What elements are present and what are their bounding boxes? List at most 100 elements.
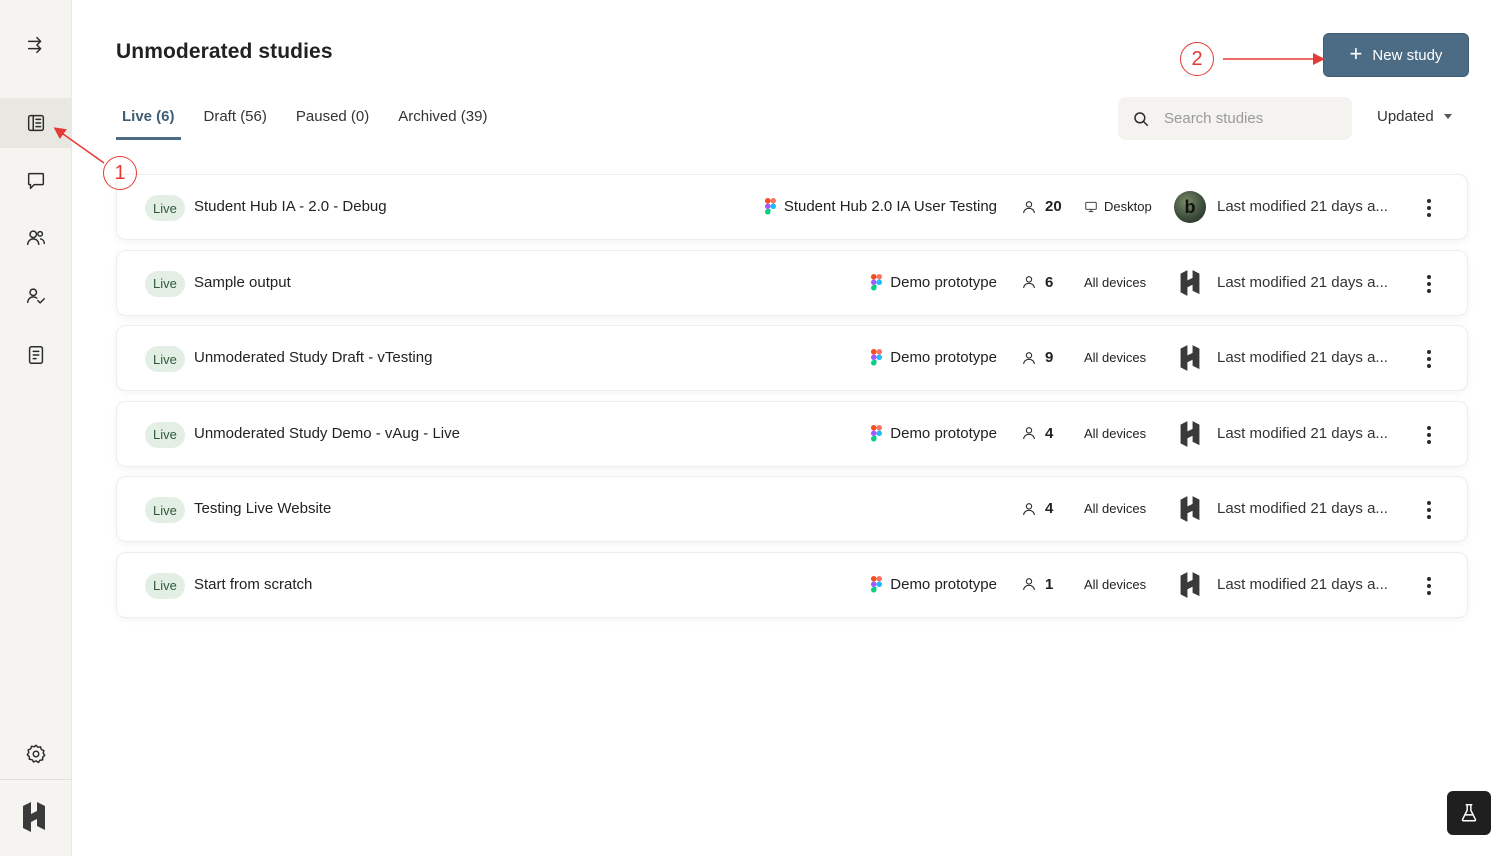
study-name[interactable]: Unmoderated Study Draft - vTesting — [194, 349, 432, 366]
gear-icon — [26, 744, 46, 764]
kebab-dot — [1427, 576, 1431, 581]
participant-count: 6 — [1021, 274, 1053, 291]
status-badge: Live — [145, 346, 185, 373]
collapse-sidebar-button[interactable] — [0, 20, 72, 70]
participant-count: 4 — [1021, 425, 1053, 442]
figma-icon — [871, 273, 883, 291]
new-study-label: New study — [1372, 46, 1443, 64]
lab-flask-button[interactable] — [1447, 791, 1491, 835]
study-row[interactable]: Live Student Hub IA - 2.0 - Debug Student … — [116, 174, 1468, 240]
status-badge: Live — [145, 421, 185, 448]
study-row[interactable]: Live Start from scratch Demo prototype 1 All… — [116, 551, 1468, 618]
sidebar-item-participants[interactable] — [0, 213, 72, 263]
user-check-icon — [27, 288, 45, 304]
kebab-dot — [1427, 501, 1431, 506]
main-content: Unmoderated studies + New study Live (6)… — [72, 0, 1512, 856]
sidebar-item-studies[interactable] — [0, 98, 72, 148]
prototype-link[interactable]: Demo prototype — [871, 349, 997, 366]
prototype-link[interactable]: Demo prototype — [871, 273, 997, 291]
more-options-icon[interactable] — [1419, 195, 1439, 221]
participant-count: 1 — [1021, 576, 1053, 593]
last-modified: Last modified 21 days a... — [1217, 198, 1388, 215]
participant-count: 20 — [1021, 198, 1062, 215]
owner-avatar — [1174, 569, 1206, 601]
brand-logo-icon[interactable] — [20, 800, 48, 834]
kebab-dot — [1427, 357, 1431, 362]
participant-count: 4 — [1021, 500, 1053, 517]
sort-label: Updated — [1377, 108, 1434, 125]
device-type: All devices — [1084, 350, 1146, 365]
book-icon — [27, 114, 45, 132]
sort-dropdown[interactable]: Updated — [1377, 108, 1452, 125]
prototype-link[interactable]: Demo prototype — [871, 424, 997, 442]
more-options-icon[interactable] — [1419, 497, 1439, 523]
prototype-name: Student Hub 2.0 IA User Testing — [783, 198, 997, 215]
new-study-button[interactable]: + New study — [1323, 33, 1469, 77]
figma-icon — [764, 198, 776, 215]
study-row[interactable]: Live Unmoderated Study Demo - vAug - Live… — [116, 400, 1468, 467]
study-name[interactable]: Sample output — [194, 274, 291, 291]
arrows-right-icon — [27, 36, 42, 54]
kebab-dot — [1427, 364, 1431, 369]
last-modified: Last modified 21 days a... — [1217, 424, 1388, 442]
owner-avatar — [1174, 493, 1206, 525]
plus-icon: + — [1349, 41, 1363, 66]
status-badge: Live — [145, 572, 185, 599]
person-icon — [1023, 427, 1035, 440]
participant-count: 9 — [1021, 349, 1053, 366]
device-type: All devices — [1084, 501, 1146, 516]
study-name[interactable]: Unmoderated Study Demo - vAug - Live — [194, 425, 460, 442]
kebab-dot — [1427, 583, 1431, 588]
tab-live[interactable]: Live (6) — [116, 100, 181, 140]
study-row[interactable]: Live Unmoderated Study Draft - vTesting De… — [116, 325, 1468, 392]
study-row[interactable]: Live Sample output Demo prototype 6 All devi… — [116, 249, 1468, 316]
owner-avatar — [1174, 267, 1206, 299]
prototype-link[interactable]: Demo prototype — [871, 575, 997, 593]
owner-logo-icon — [1180, 572, 1200, 598]
person-icon — [1023, 276, 1035, 289]
prototype-name: Demo prototype — [890, 424, 997, 442]
more-options-icon[interactable] — [1419, 271, 1439, 297]
status-badge: Live — [145, 195, 185, 221]
tab-paused[interactable]: Paused (0) — [290, 100, 375, 140]
kebab-dot — [1427, 274, 1431, 279]
more-options-icon[interactable] — [1419, 573, 1439, 599]
more-options-icon[interactable] — [1419, 346, 1439, 372]
prototype-name: Demo prototype — [890, 273, 997, 291]
sidebar-divider — [0, 779, 72, 780]
page-title: Unmoderated studies — [116, 40, 333, 63]
study-name[interactable]: Student Hub IA - 2.0 - Debug — [194, 198, 387, 215]
device-label: Desktop — [1104, 199, 1152, 214]
chat-icon — [27, 172, 45, 190]
kebab-dot — [1427, 508, 1431, 513]
owner-logo-icon — [1180, 420, 1200, 447]
person-icon — [1023, 578, 1035, 591]
annotation-marker-2: 2 — [1180, 42, 1214, 76]
participant-number: 9 — [1045, 349, 1054, 367]
more-options-icon[interactable] — [1419, 422, 1439, 448]
study-name[interactable]: Testing Live Website — [194, 500, 331, 517]
device-type: All devices — [1084, 426, 1146, 441]
owner-logo-icon — [1180, 269, 1200, 296]
owner-avatar — [1174, 418, 1206, 450]
owner-avatar — [1174, 342, 1206, 374]
sidebar-item-messages[interactable] — [0, 156, 72, 206]
prototype-link[interactable]: Student Hub 2.0 IA User Testing — [764, 198, 997, 215]
participant-number: 20 — [1045, 198, 1062, 215]
tab-archived[interactable]: Archived (39) — [392, 100, 493, 140]
participant-number: 1 — [1045, 575, 1054, 593]
search-input[interactable] — [1164, 110, 1334, 127]
status-tabs: Live (6) Draft (56) Paused (0) Archived … — [116, 100, 510, 140]
sidebar-item-panel[interactable] — [0, 271, 72, 321]
owner-avatar: b — [1174, 191, 1206, 223]
sidebar-item-reports[interactable] — [0, 330, 72, 380]
study-row[interactable]: Live Testing Live Website 4 All devices Last… — [116, 476, 1468, 543]
sidebar-item-settings[interactable] — [0, 729, 72, 779]
tab-draft[interactable]: Draft (56) — [198, 100, 273, 140]
sidebar — [0, 0, 72, 856]
kebab-dot — [1427, 206, 1431, 210]
person-icon — [1023, 200, 1035, 213]
kebab-dot — [1427, 350, 1431, 355]
study-name[interactable]: Start from scratch — [194, 576, 312, 593]
figma-icon — [871, 424, 883, 442]
